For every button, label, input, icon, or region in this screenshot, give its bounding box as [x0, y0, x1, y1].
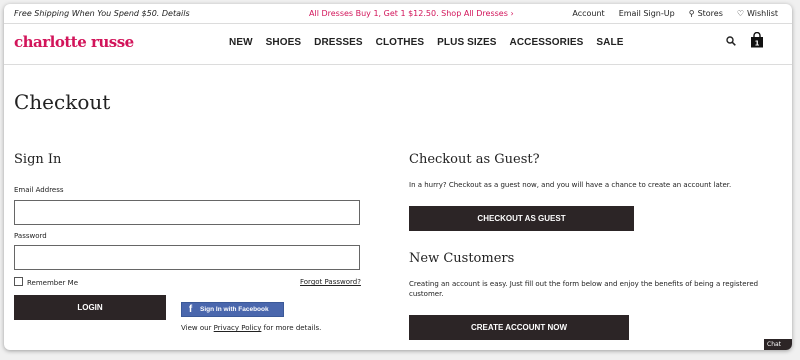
category-menu: NEW SHOES DRESSES CLOTHES PLUS SIZES ACC…: [229, 37, 623, 48]
brand-logo[interactable]: charlotte russe: [14, 33, 134, 51]
menu-item-sale[interactable]: SALE: [596, 37, 623, 48]
promo-bar: Free Shipping When You Spend $50. Detail…: [4, 4, 792, 24]
email-label: Email Address: [14, 186, 64, 194]
guest-checkout-text: In a hurry? Checkout as a guest now, and…: [409, 181, 732, 189]
new-customers-text: Creating an account is easy. Just fill o…: [409, 280, 759, 298]
forgot-password-link[interactable]: Forgot Password?: [300, 278, 361, 286]
checkout-as-guest-label: CHECKOUT AS GUEST: [477, 214, 566, 223]
privacy-policy-link[interactable]: Privacy Policy: [214, 324, 262, 332]
pin-icon: ⚲: [688, 9, 695, 18]
menu-item-dresses[interactable]: DRESSES: [314, 37, 363, 48]
privacy-note: View our Privacy Policy for more details…: [181, 324, 321, 332]
utility-links: Account Email Sign-Up ⚲ Stores ♡ Wishlist: [572, 4, 778, 24]
account-link[interactable]: Account: [572, 4, 604, 24]
wishlist-link[interactable]: ♡ Wishlist: [737, 4, 778, 24]
chat-label: Chat: [767, 341, 782, 348]
menu-item-shoes[interactable]: SHOES: [266, 37, 302, 48]
menu-item-plus-sizes[interactable]: PLUS SIZES: [437, 37, 496, 48]
sign-in-heading: Sign In: [14, 152, 62, 167]
stores-link[interactable]: ⚲ Stores: [689, 4, 723, 24]
create-account-button[interactable]: CREATE ACCOUNT NOW: [409, 315, 629, 340]
create-account-label: CREATE ACCOUNT NOW: [471, 323, 567, 332]
bag-count: 1: [755, 40, 760, 48]
password-label: Password: [14, 232, 47, 240]
chat-tab[interactable]: Chat: [764, 339, 792, 350]
facebook-icon: f: [188, 304, 193, 315]
shopping-bag-icon[interactable]: 1: [750, 32, 764, 48]
main-nav: charlotte russe NEW SHOES DRESSES CLOTHE…: [4, 24, 792, 65]
dress-deal-link[interactable]: All Dresses Buy 1, Get 1 $12.50. Shop Al…: [309, 4, 514, 24]
checkout-as-guest-button[interactable]: CHECKOUT AS GUEST: [409, 206, 634, 231]
free-shipping-link[interactable]: Free Shipping When You Spend $50. Detail…: [14, 4, 190, 24]
email-field[interactable]: [14, 200, 360, 225]
wishlist-label: Wishlist: [747, 9, 778, 18]
privacy-suffix: for more details.: [261, 324, 322, 332]
login-button-label: LOGIN: [77, 303, 103, 312]
privacy-prefix: View our: [181, 324, 214, 332]
browser-window: Free Shipping When You Spend $50. Detail…: [4, 4, 792, 350]
new-customers-heading: New Customers: [409, 251, 515, 266]
guest-checkout-heading: Checkout as Guest?: [409, 152, 540, 167]
menu-item-new[interactable]: NEW: [229, 37, 253, 48]
page-title: Checkout: [14, 90, 111, 114]
facebook-signin-button[interactable]: f Sign In with Facebook: [181, 302, 284, 317]
heart-icon: ♡: [736, 9, 745, 18]
remember-me-label: Remember Me: [27, 279, 78, 287]
remember-me-checkbox[interactable]: [14, 277, 23, 286]
stores-label: Stores: [697, 9, 723, 18]
email-signup-link[interactable]: Email Sign-Up: [619, 4, 675, 24]
facebook-button-label: Sign In with Facebook: [200, 306, 269, 313]
menu-item-clothes[interactable]: CLOTHES: [376, 37, 424, 48]
menu-item-accessories[interactable]: ACCESSORIES: [510, 37, 584, 48]
login-button[interactable]: LOGIN: [14, 295, 166, 320]
password-field[interactable]: [14, 245, 360, 270]
search-icon[interactable]: [726, 36, 736, 46]
